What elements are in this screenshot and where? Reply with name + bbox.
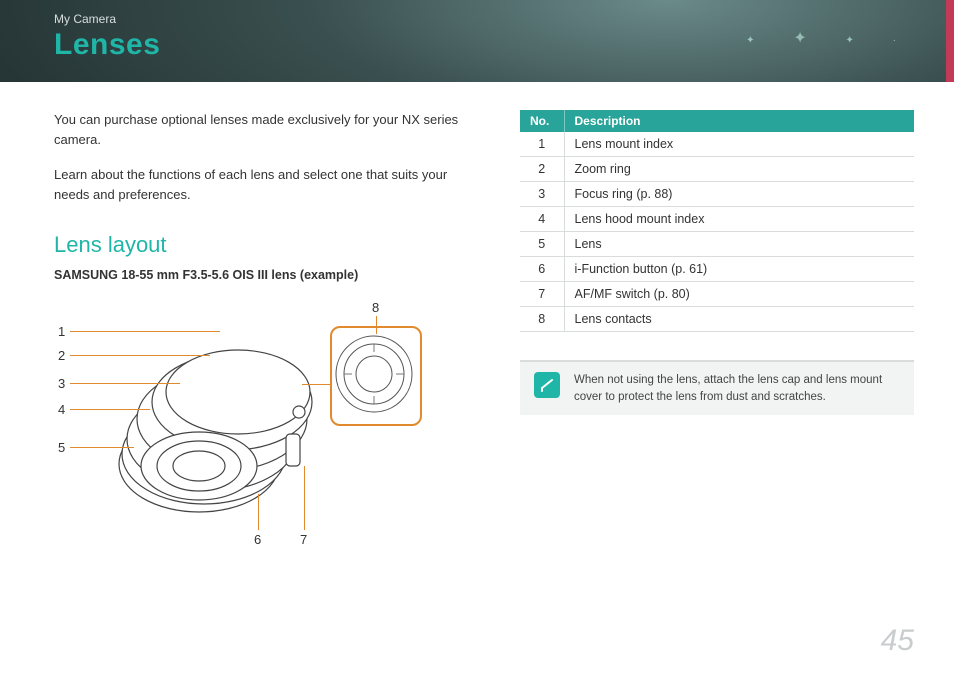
diagram-label-8: 8 (372, 300, 379, 315)
diagram-label-1: 1 (58, 324, 65, 339)
lens-diagram: 1 2 3 4 5 6 7 8 (54, 294, 434, 564)
diagram-label-6: 6 (254, 532, 261, 547)
rear-mount-callout (330, 326, 422, 426)
table-row: 2Zoom ring (520, 157, 914, 182)
intro-paragraph-1: You can purchase optional lenses made ex… (54, 110, 464, 149)
diagram-label-4: 4 (58, 402, 65, 417)
intro-paragraph-2: Learn about the functions of each lens a… (54, 165, 464, 204)
note-text: When not using the lens, attach the lens… (574, 372, 900, 405)
table-row: 1Lens mount index (520, 132, 914, 157)
parts-table: No. Description 1Lens mount index 2Zoom … (520, 110, 914, 332)
note-box: When not using the lens, attach the lens… (520, 360, 914, 415)
decorative-stars: ✦ ✦ ✦ · (746, 28, 914, 48)
section-heading: Lens layout (54, 232, 474, 258)
breadcrumb: My Camera (54, 12, 954, 26)
diagram-label-7: 7 (300, 532, 307, 547)
diagram-label-2: 2 (58, 348, 65, 363)
th-desc: Description (564, 110, 914, 132)
table-row: 5Lens (520, 232, 914, 257)
diagram-label-5: 5 (58, 440, 65, 455)
content-area: You can purchase optional lenses made ex… (0, 82, 954, 564)
right-column: No. Description 1Lens mount index 2Zoom … (520, 110, 914, 564)
section-subhead: SAMSUNG 18-55 mm F3.5-5.6 OIS III lens (… (54, 268, 474, 282)
th-no: No. (520, 110, 564, 132)
left-column: You can purchase optional lenses made ex… (54, 110, 474, 564)
table-row: 7AF/MF switch (p. 80) (520, 282, 914, 307)
table-row: 3Focus ring (p. 88) (520, 182, 914, 207)
page-number: 45 (881, 624, 914, 658)
diagram-label-3: 3 (58, 376, 65, 391)
table-row: 8Lens contacts (520, 307, 914, 332)
note-icon (534, 372, 560, 398)
page-header: My Camera Lenses ✦ ✦ ✦ · (0, 0, 954, 82)
table-row: 6i-Function button (p. 61) (520, 257, 914, 282)
table-row: 4Lens hood mount index (520, 207, 914, 232)
